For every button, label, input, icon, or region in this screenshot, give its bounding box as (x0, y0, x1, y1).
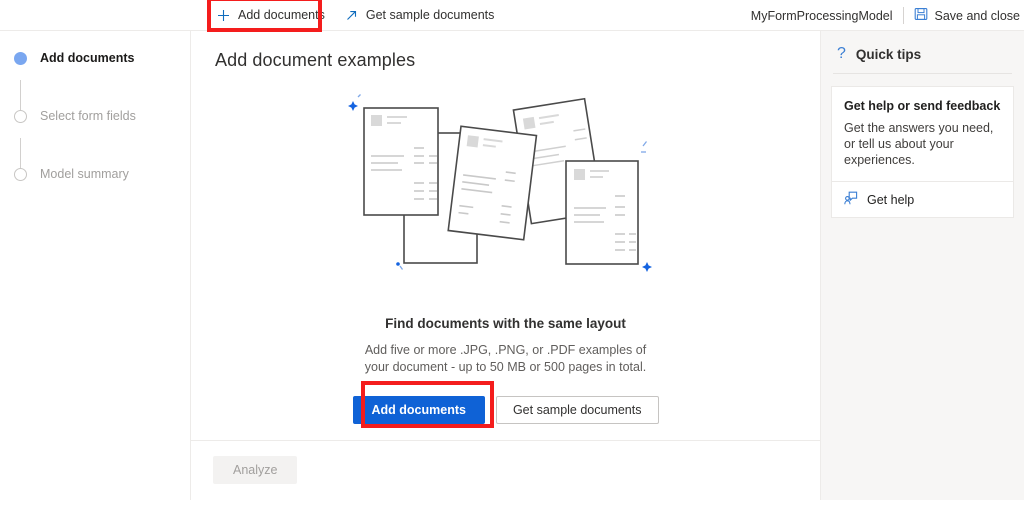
command-bar: Add documents Get sample documents MyFor… (0, 0, 1024, 31)
footer-divider (191, 440, 820, 441)
documents-illustration-svg (347, 94, 652, 272)
documents-illustration (191, 86, 820, 321)
add-documents-command-button[interactable]: Add documents (207, 0, 335, 31)
plus-icon (217, 9, 230, 22)
cta-button-group: Add documents Get sample documents (191, 396, 820, 424)
diagonal-arrow-icon (345, 9, 358, 22)
stepper-label-select-form-fields: Select form fields (40, 109, 136, 123)
cta-title: Find documents with the same layout (385, 316, 626, 331)
get-help-card-body: Get help or send feedback Get the answer… (832, 87, 1013, 181)
stepper-label-add-documents: Add documents (40, 51, 135, 65)
get-help-card: Get help or send feedback Get the answer… (831, 86, 1014, 218)
cta-block: Find documents with the same layout Add … (191, 316, 820, 424)
stepper-item-model-summary[interactable]: Model summary (0, 163, 190, 185)
stepper-item-select-form-fields[interactable]: Select form fields (0, 105, 190, 127)
quick-tips-title: Quick tips (855, 46, 922, 62)
form-processing-model-page: Add documents Get sample documents MyFor… (0, 0, 1024, 531)
step-active-dot-icon (14, 51, 27, 65)
save-and-close-label: Save and close (934, 8, 1020, 23)
cta-description: Add five or more .JPG, .PNG, or .PDF exa… (364, 343, 647, 374)
stepper-label-model-summary: Model summary (40, 167, 129, 181)
page-title: Add document examples (215, 50, 416, 70)
wizard-stepper: Add documents Select form fields Model s… (0, 31, 190, 500)
get-sample-documents-command-label: Get sample documents (365, 8, 495, 22)
get-help-link-label: Get help (867, 192, 915, 207)
get-sample-documents-secondary-button[interactable]: Get sample documents (495, 396, 659, 424)
question-mark-icon: ? (837, 45, 846, 62)
add-documents-primary-button[interactable]: Add documents (352, 396, 485, 424)
command-bar-left-group: Add documents Get sample documents (207, 0, 504, 31)
quick-tips-header: ? Quick tips (821, 31, 1024, 67)
get-help-link[interactable]: Get help (832, 182, 1013, 217)
quick-tips-divider (833, 73, 1012, 74)
get-sample-documents-command-button[interactable]: Get sample documents (335, 0, 505, 31)
main-content-panel: Add document examples Find documents wit… (190, 31, 820, 500)
command-bar-right-group: MyFormProcessingModel Save and close (751, 0, 1024, 31)
add-documents-command-label: Add documents (238, 8, 325, 22)
save-and-close-button[interactable]: Save and close (904, 0, 1024, 31)
stepper-item-add-documents[interactable]: Add documents (0, 47, 190, 69)
analyze-button[interactable]: Analyze (213, 456, 298, 484)
get-help-card-description: Get the answers you need, or tell us abo… (844, 121, 994, 167)
save-disk-icon (914, 7, 928, 24)
model-name-label: MyFormProcessingModel (750, 8, 893, 23)
step-pending-circle-icon (14, 167, 27, 181)
get-help-card-title: Get help or send feedback (844, 99, 1001, 113)
step-pending-circle-icon (14, 109, 27, 123)
feedback-person-icon (844, 191, 858, 208)
quick-tips-panel: ? Quick tips Get help or send feedback G… (820, 31, 1024, 500)
